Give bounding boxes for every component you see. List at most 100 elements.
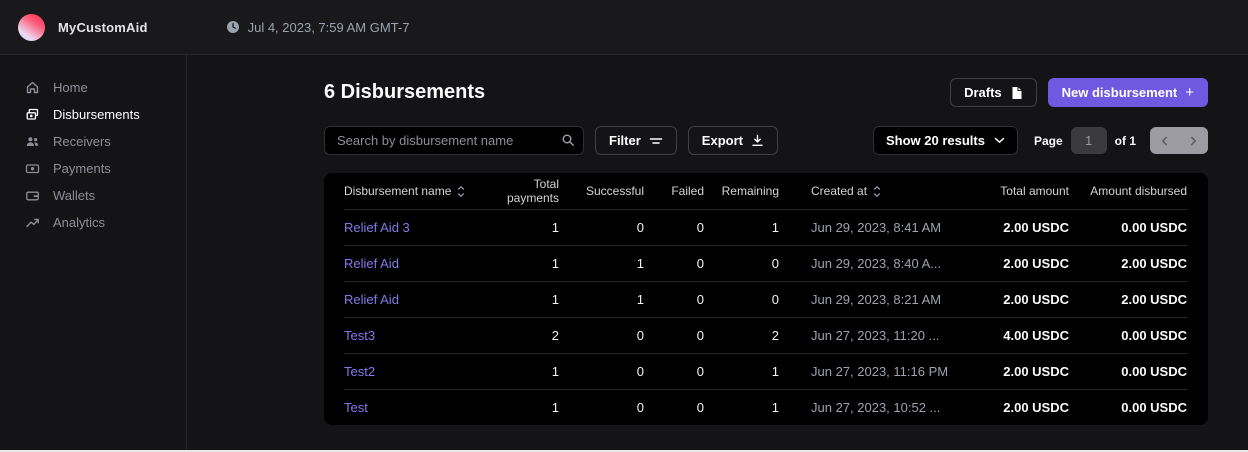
filter-button-label: Filter	[609, 133, 641, 148]
sidebar-item-label: Disbursements	[53, 107, 140, 122]
total-payments-cell: 1	[504, 292, 559, 307]
column-header-failed: Failed	[644, 184, 704, 198]
amount-disbursed-cell: 0.00 USDC	[1069, 220, 1187, 235]
sidebar-item-label: Payments	[53, 161, 111, 176]
show-results-select[interactable]: Show 20 results	[873, 126, 1018, 155]
next-page-button[interactable]	[1179, 127, 1208, 154]
search-input[interactable]	[324, 126, 584, 155]
remaining-cell: 1	[704, 220, 779, 235]
search-icon	[561, 133, 575, 147]
timestamp-text: Jul 4, 2023, 7:59 AM GMT-7	[248, 20, 410, 35]
table-row: Test 1 0 0 1 Jun 27, 2023, 10:52 ... 2.0…	[344, 389, 1188, 425]
wallet-icon	[25, 188, 40, 203]
topbar: MyCustomAid Jul 4, 2023, 7:59 AM GMT-7	[0, 0, 1248, 55]
remaining-cell: 1	[704, 400, 779, 415]
disbursement-name-link[interactable]: Relief Aid	[344, 292, 504, 307]
table-row: Relief Aid 1 1 0 0 Jun 29, 2023, 8:21 AM…	[344, 281, 1188, 317]
created-at-cell: Jun 29, 2023, 8:21 AM	[779, 292, 979, 307]
total-payments-cell: 1	[504, 364, 559, 379]
total-amount-cell: 2.00 USDC	[979, 364, 1069, 379]
table-header-row: Disbursement name Total payments Success…	[344, 173, 1188, 209]
successful-cell: 0	[559, 328, 644, 343]
new-disbursement-button[interactable]: New disbursement +	[1048, 78, 1208, 107]
column-header-created-at[interactable]: Created at	[779, 184, 979, 198]
failed-cell: 0	[644, 220, 704, 235]
total-amount-cell: 2.00 USDC	[979, 400, 1069, 415]
successful-cell: 1	[559, 292, 644, 307]
current-time: Jul 4, 2023, 7:59 AM GMT-7	[226, 20, 410, 35]
disbursement-name-link[interactable]: Test	[344, 400, 504, 415]
remaining-cell: 1	[704, 364, 779, 379]
remaining-cell: 2	[704, 328, 779, 343]
sidebar-item-label: Receivers	[53, 134, 111, 149]
failed-cell: 0	[644, 400, 704, 415]
disbursement-name-link[interactable]: Test3	[344, 328, 504, 343]
chevron-down-icon	[994, 137, 1005, 144]
successful-cell: 0	[559, 400, 644, 415]
amount-disbursed-cell: 2.00 USDC	[1069, 256, 1187, 271]
remaining-cell: 0	[704, 256, 779, 271]
sidebar-item-disbursements[interactable]: Disbursements	[0, 101, 186, 128]
sidebar-item-analytics[interactable]: Analytics	[0, 209, 186, 236]
brand-name: MyCustomAid	[58, 20, 148, 35]
app-logo	[18, 14, 45, 41]
disbursement-name-link[interactable]: Test2	[344, 364, 504, 379]
sidebar-item-wallets[interactable]: Wallets	[0, 182, 186, 209]
banknote-icon	[25, 161, 40, 176]
show-results-label: Show 20 results	[886, 133, 985, 148]
sort-icon	[873, 186, 881, 197]
sidebar-item-label: Home	[53, 80, 88, 95]
sidebar-item-label: Wallets	[53, 188, 95, 203]
sidebar-item-receivers[interactable]: Receivers	[0, 128, 186, 155]
remaining-cell: 0	[704, 292, 779, 307]
column-header-total-payments: Total payments	[504, 177, 559, 205]
created-at-cell: Jun 27, 2023, 11:20 ...	[779, 328, 979, 343]
disbursements-table: Disbursement name Total payments Success…	[324, 173, 1208, 425]
amount-disbursed-cell: 0.00 USDC	[1069, 328, 1187, 343]
column-header-amount-disbursed: Amount disbursed	[1069, 184, 1187, 198]
sidebar-item-home[interactable]: Home	[0, 74, 186, 101]
total-payments-cell: 1	[504, 256, 559, 271]
disbursement-name-link[interactable]: Relief Aid 3	[344, 220, 504, 235]
home-icon	[25, 80, 40, 95]
filter-button[interactable]: Filter	[595, 126, 677, 155]
column-header-disbursement-name[interactable]: Disbursement name	[344, 184, 504, 198]
table-row: Relief Aid 1 1 0 0 Jun 29, 2023, 8:40 A.…	[344, 245, 1188, 281]
table-row: Test3 2 0 0 2 Jun 27, 2023, 11:20 ... 4.…	[344, 317, 1188, 353]
chevron-right-icon	[1190, 136, 1197, 146]
drafts-button-label: Drafts	[964, 85, 1002, 100]
disbursement-name-link[interactable]: Relief Aid	[344, 256, 504, 271]
failed-cell: 0	[644, 328, 704, 343]
drafts-button[interactable]: Drafts	[950, 78, 1037, 107]
page-number-input[interactable]	[1071, 127, 1107, 154]
main-content: 6 Disbursements Drafts New disbursement …	[187, 55, 1248, 451]
amount-disbursed-cell: 0.00 USDC	[1069, 364, 1187, 379]
created-at-cell: Jun 27, 2023, 11:16 PM	[779, 364, 979, 379]
total-amount-cell: 2.00 USDC	[979, 292, 1069, 307]
amount-disbursed-cell: 2.00 USDC	[1069, 292, 1187, 307]
sidebar: Home Disbursements Receivers Payments Wa…	[0, 55, 187, 451]
column-header-successful: Successful	[559, 184, 644, 198]
successful-cell: 1	[559, 256, 644, 271]
page-title: 6 Disbursements	[324, 81, 485, 104]
table-row: Relief Aid 3 1 0 0 1 Jun 29, 2023, 8:41 …	[344, 209, 1188, 245]
sort-icon	[457, 186, 465, 197]
total-payments-cell: 2	[504, 328, 559, 343]
page-label: Page	[1034, 134, 1063, 148]
failed-cell: 0	[644, 292, 704, 307]
export-button[interactable]: Export	[688, 126, 778, 155]
previous-page-button[interactable]	[1150, 127, 1179, 154]
column-header-total-amount: Total amount	[979, 184, 1069, 198]
users-icon	[25, 134, 40, 149]
failed-cell: 0	[644, 364, 704, 379]
sidebar-item-payments[interactable]: Payments	[0, 155, 186, 182]
total-payments-cell: 1	[504, 220, 559, 235]
page-of-label: of 1	[1115, 134, 1136, 148]
amount-disbursed-cell: 0.00 USDC	[1069, 400, 1187, 415]
chevron-left-icon	[1161, 136, 1168, 146]
total-amount-cell: 4.00 USDC	[979, 328, 1069, 343]
created-at-cell: Jun 27, 2023, 10:52 ...	[779, 400, 979, 415]
total-amount-cell: 2.00 USDC	[979, 220, 1069, 235]
sidebar-item-label: Analytics	[53, 215, 105, 230]
successful-cell: 0	[559, 364, 644, 379]
